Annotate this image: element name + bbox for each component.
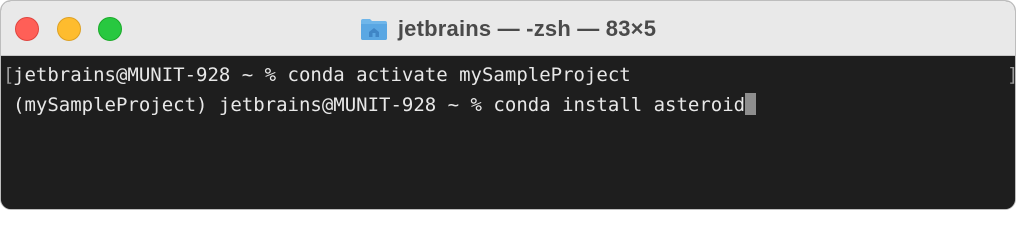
window-title-group: jetbrains — -zsh — 83×5	[1, 13, 1015, 45]
terminal-line-2-text: (mySampleProject) jetbrains@MUNIT-928 ~ …	[13, 94, 746, 116]
terminal-window: jetbrains — -zsh — 83×5 [ ] jetbrains@MU…	[0, 0, 1016, 210]
folder-home-icon	[360, 17, 388, 41]
title-bar[interactable]: jetbrains — -zsh — 83×5	[1, 1, 1015, 56]
terminal-line-1-text: jetbrains@MUNIT-928 ~ % conda activate m…	[13, 64, 631, 86]
terminal-line-1: jetbrains@MUNIT-928 ~ % conda activate m…	[13, 62, 631, 88]
window-title: jetbrains — -zsh — 83×5	[397, 16, 657, 41]
terminal-line-2: (mySampleProject) jetbrains@MUNIT-928 ~ …	[13, 92, 757, 118]
right-mark-bracket: ]	[1007, 62, 1015, 88]
text-cursor	[745, 93, 757, 115]
terminal-content[interactable]: [ ] jetbrains@MUNIT-928 ~ % conda activa…	[1, 56, 1015, 209]
